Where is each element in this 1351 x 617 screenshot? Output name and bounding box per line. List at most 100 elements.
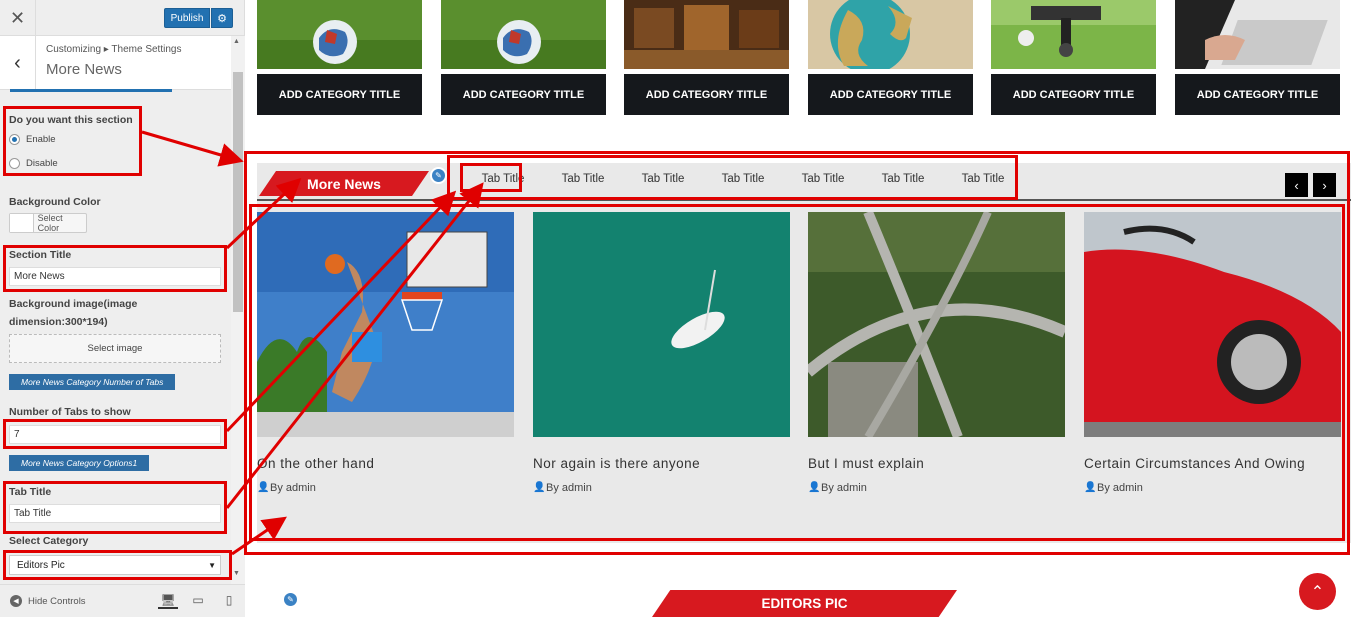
enable-label: Enable — [26, 134, 56, 145]
section-title: More News — [46, 61, 122, 78]
news-post-card[interactable]: But I must explain 👤 By admin — [804, 210, 1068, 494]
color-swatch — [10, 214, 34, 232]
category-title: ADD CATEGORY TITLE — [808, 74, 973, 115]
category-title: ADD CATEGORY TITLE — [441, 74, 606, 115]
background-image-label: Background image(image — [9, 298, 138, 310]
user-icon: 👤 — [533, 482, 546, 493]
category-image-globe — [808, 0, 973, 74]
sidebar-scroll-thumb[interactable] — [233, 72, 243, 312]
post-title[interactable]: Certain Circumstances And Owing — [1084, 455, 1341, 473]
post-image-highway — [804, 210, 1068, 440]
desktop-preview-icon[interactable]: 🖥 — [158, 593, 178, 609]
scroll-up-icon[interactable]: ▲ — [233, 38, 240, 45]
customizer-screen: ✕ Publish ⚙ ‹ Customizing ▸ Theme Settin… — [0, 0, 1351, 617]
news-post-card[interactable]: On the other hand 👤 By admin — [257, 212, 514, 494]
select-category-value: Editors Pic — [17, 559, 65, 571]
category-card[interactable]: ADD CATEGORY TITLE — [991, 0, 1156, 115]
select-color-label: Select Color — [37, 213, 63, 233]
select-image-button[interactable]: Select image — [9, 334, 221, 363]
category-title: ADD CATEGORY TITLE — [991, 74, 1156, 115]
tab-6[interactable]: Tab Title — [863, 170, 943, 188]
post-author-label: By admin — [1097, 482, 1143, 494]
post-image-boat — [533, 212, 790, 437]
post-author[interactable]: 👤 By admin — [257, 482, 514, 494]
scroll-to-top-icon[interactable]: ⌃ — [1299, 573, 1336, 610]
num-tabs-label: Number of Tabs to show — [9, 406, 131, 418]
category-image-library — [624, 0, 789, 69]
post-author-label: By admin — [546, 482, 592, 494]
category-title: ADD CATEGORY TITLE — [257, 74, 422, 115]
mobile-preview-icon[interactable]: ▯ — [219, 593, 239, 607]
category-image-laptop — [1175, 0, 1340, 69]
post-image-basketball — [257, 212, 514, 437]
tab-1[interactable]: Tab Title — [463, 170, 543, 188]
background-color-label: Background Color — [9, 196, 101, 208]
post-author[interactable]: 👤 By admin — [808, 482, 1065, 494]
category-title: ADD CATEGORY TITLE — [624, 74, 789, 115]
select-color-button[interactable]: Select Color — [9, 213, 87, 233]
category-card[interactable]: ADD CATEGORY TITLE — [808, 0, 973, 115]
tab-7[interactable]: Tab Title — [943, 170, 1023, 188]
category-card[interactable]: ADD CATEGORY TITLE — [441, 0, 606, 115]
section-toggle-label: Do you want this section — [9, 114, 133, 126]
section-title-label: Section Title — [9, 249, 72, 261]
post-image-sports-car — [1084, 212, 1341, 437]
tablet-preview-icon[interactable]: ▭ — [188, 593, 208, 607]
enable-radio[interactable] — [9, 134, 20, 145]
disable-radio-row[interactable]: Disable — [9, 158, 58, 169]
post-author[interactable]: 👤 By admin — [533, 482, 790, 494]
tabs-group-heading: More News Category Number of Tabs — [9, 374, 176, 390]
tab-4[interactable]: Tab Title — [703, 170, 783, 188]
news-post-card[interactable]: Certain Circumstances And Owing 👤 By adm… — [1084, 212, 1341, 494]
post-title[interactable]: Nor again is there anyone — [533, 455, 790, 473]
disable-radio[interactable] — [9, 158, 20, 169]
edit-pencil-icon[interactable]: ✎ — [430, 167, 447, 184]
tab-5[interactable]: Tab Title — [783, 170, 863, 188]
next-arrow-icon[interactable]: › — [1313, 173, 1336, 197]
category-title: ADD CATEGORY TITLE — [1175, 74, 1340, 115]
post-author[interactable]: 👤 By admin — [1084, 482, 1341, 494]
category-card[interactable]: ADD CATEGORY TITLE — [1175, 0, 1340, 115]
publish-settings-gear-icon[interactable]: ⚙ — [211, 8, 233, 28]
user-icon: 👤 — [257, 482, 270, 493]
select-category-dropdown[interactable]: Editors Pic ▼ — [9, 555, 221, 575]
tab-title-label: Tab Title — [9, 486, 52, 498]
category-image-drone — [991, 0, 1156, 69]
post-title[interactable]: But I must explain — [808, 455, 1065, 473]
section-header: ‹ Customizing ▸ Theme Settings More News — [0, 36, 231, 90]
back-arrow-icon[interactable]: ‹ — [0, 36, 36, 90]
user-icon: 👤 — [808, 482, 821, 493]
news-post-card[interactable]: Nor again is there anyone 👤 By admin — [533, 212, 790, 494]
hide-controls-button[interactable]: ◀ Hide Controls — [10, 595, 86, 607]
category-card[interactable]: ADD CATEGORY TITLE — [257, 0, 422, 115]
category-image-soccer — [441, 0, 606, 69]
num-tabs-input[interactable]: 7 — [9, 425, 221, 444]
breadcrumb: Customizing ▸ Theme Settings — [46, 44, 182, 55]
enable-radio-row[interactable]: Enable — [9, 134, 56, 145]
edit-pencil-icon[interactable]: ✎ — [282, 591, 299, 608]
tab-title-input[interactable]: Tab Title — [9, 504, 221, 523]
tab-3[interactable]: Tab Title — [623, 170, 703, 188]
editors-pic-title: EDITORS PIC — [652, 590, 957, 617]
hide-controls-label: Hide Controls — [28, 595, 86, 607]
category-card[interactable]: ADD CATEGORY TITLE — [624, 0, 789, 115]
prev-arrow-icon[interactable]: ‹ — [1285, 173, 1308, 197]
publish-button[interactable]: Publish — [164, 8, 210, 28]
site-preview: ADD CATEGORY TITLE ADD CATEGORY TITLE AD… — [245, 0, 1351, 617]
section-underline — [10, 89, 172, 92]
category-image-soccer — [257, 0, 422, 69]
section-title-input[interactable]: More News — [9, 267, 221, 286]
select-category-label: Select Category — [9, 535, 89, 547]
more-news-title: More News — [259, 171, 429, 196]
user-icon: 👤 — [1084, 482, 1097, 493]
more-news-header-divider — [257, 199, 1351, 201]
close-icon[interactable]: ✕ — [0, 0, 36, 36]
scroll-down-icon[interactable]: ▼ — [233, 570, 240, 577]
customizer-footer: ◀ Hide Controls 🖥 ▭ ▯ — [0, 584, 245, 617]
post-title[interactable]: On the other hand — [257, 455, 514, 473]
tab-2[interactable]: Tab Title — [543, 170, 623, 188]
post-author-label: By admin — [270, 482, 316, 494]
post-author-label: By admin — [821, 482, 867, 494]
background-image-dimension-label: dimension:300*194) — [9, 316, 108, 328]
options-group-heading: More News Category Options1 — [9, 455, 150, 471]
